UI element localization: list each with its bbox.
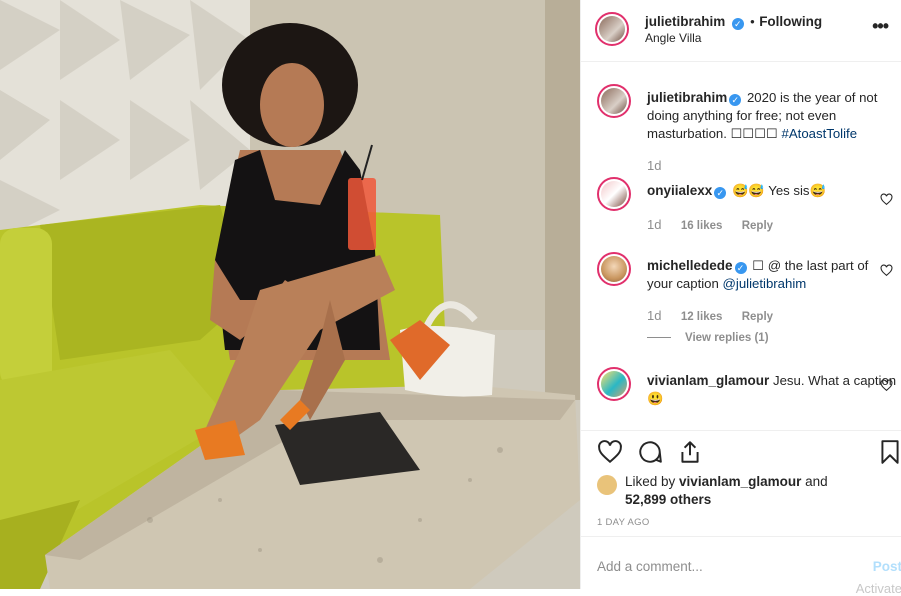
comment-text: onyiialexx ✓ 😅😅 Yes sis😅 (647, 182, 897, 200)
comment-username[interactable]: vivianlam_glamour (647, 373, 769, 388)
comment-username[interactable]: onyiialexx (647, 183, 712, 198)
comment-body: 😅😅 Yes sis😅 (731, 183, 826, 198)
photo-illustration (0, 0, 580, 589)
add-comment-input[interactable]: Add a comment... (597, 559, 703, 574)
caption-emoji: ☐☐☐☐ (730, 126, 778, 141)
post-header: julietibrahim ✓ • Following Angle Villa … (581, 0, 901, 62)
following-button[interactable]: Following (759, 14, 822, 29)
post-photo[interactable] (0, 0, 580, 589)
verified-badge-icon: ✓ (731, 18, 744, 30)
comment-time[interactable]: 1d (647, 217, 661, 232)
caption-username[interactable]: julietibrahim (647, 90, 727, 105)
more-options-icon[interactable]: ••• (872, 16, 889, 37)
like-heart-icon[interactable] (597, 439, 623, 465)
comments-list[interactable]: julietibrahim ✓ 2020 is the year of not d… (581, 62, 901, 430)
separator-dot: • (750, 14, 755, 29)
comment-item: michelledede ✓ ☐ @ the last part of your … (597, 252, 893, 352)
view-replies-button[interactable]: View replies (1) (647, 332, 769, 344)
liker-username[interactable]: vivianlam_glamour (679, 474, 801, 489)
like-comment-heart-icon[interactable] (880, 379, 893, 392)
comment-text: michelledede ✓ ☐ @ the last part of your … (647, 257, 897, 293)
post-actions: Liked by vivianlam_glamour and 52,899 ot… (581, 430, 901, 537)
header-username[interactable]: julietibrahim (645, 14, 725, 29)
commenter-avatar[interactable] (597, 177, 631, 211)
author-avatar[interactable] (595, 12, 629, 46)
share-icon[interactable] (677, 439, 703, 465)
comment-time[interactable]: 1d (647, 308, 661, 323)
header-title-row: julietibrahim ✓ • Following (645, 13, 822, 31)
verified-badge-icon: ✓ (734, 262, 747, 274)
comment-meta: 1d 12 likes Reply (647, 308, 789, 323)
like-comment-heart-icon[interactable] (880, 193, 893, 206)
view-replies-label: View replies (1) (685, 332, 769, 344)
save-bookmark-icon[interactable] (877, 439, 901, 465)
comment-likes[interactable]: 12 likes (681, 311, 723, 323)
likes-middle: and (801, 474, 828, 489)
likes-text: Liked by vivianlam_glamour and 52,899 ot… (625, 473, 845, 509)
post-timestamp[interactable]: 1 DAY AGO (597, 517, 650, 528)
comment-bubble-icon[interactable] (637, 439, 663, 465)
caption-avatar[interactable] (597, 84, 631, 118)
reply-button[interactable]: Reply (742, 311, 773, 323)
likes-count[interactable]: 52,899 others (625, 492, 711, 507)
likes-prefix: Liked by (625, 474, 680, 489)
verified-badge-icon: ✓ (714, 187, 727, 199)
commenter-avatar[interactable] (597, 367, 631, 401)
liker-avatar[interactable] (597, 475, 617, 495)
post-comment-button[interactable]: Post (873, 559, 901, 574)
comment-meta: 1d 16 likes Reply (647, 217, 789, 232)
commenter-avatar[interactable] (597, 252, 631, 286)
caption: julietibrahim ✓ 2020 is the year of not d… (597, 84, 887, 184)
location-link[interactable]: Angle Villa (645, 31, 701, 45)
comment-username[interactable]: michelledede (647, 258, 733, 273)
reply-button[interactable]: Reply (742, 220, 773, 232)
comment-item: vivianlam_glamour Jesu. What a caption 😃 (597, 367, 896, 427)
caption-text: julietibrahim ✓ 2020 is the year of not d… (647, 89, 897, 143)
verified-badge-icon: ✓ (729, 94, 742, 106)
comment-mention[interactable]: @julietibrahim (723, 276, 807, 291)
caption-time[interactable]: 1d (647, 158, 661, 173)
comment-text: vivianlam_glamour Jesu. What a caption 😃 (647, 372, 897, 408)
view-replies-line (647, 337, 671, 339)
comment-item: onyiialexx ✓ 😅😅 Yes sis😅 1d 16 likes Repl… (597, 177, 893, 237)
caption-hashtag[interactable]: #AtoastTolife (782, 126, 858, 141)
like-comment-heart-icon[interactable] (880, 264, 893, 277)
comment-likes[interactable]: 16 likes (681, 220, 723, 232)
post-panel: julietibrahim ✓ • Following Angle Villa … (580, 0, 901, 596)
add-comment-bar: Add a comment... Post Activate (581, 536, 901, 596)
